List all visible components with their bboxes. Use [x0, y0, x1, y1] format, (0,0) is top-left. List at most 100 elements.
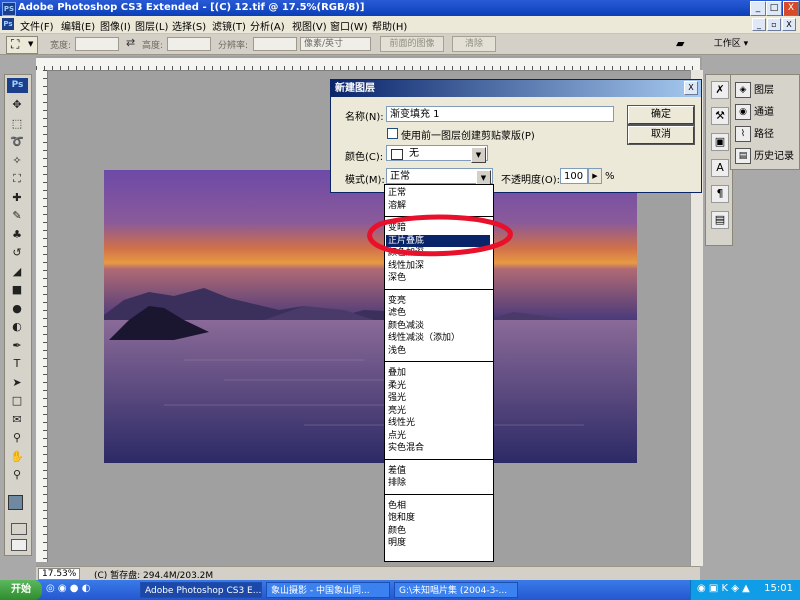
layer-name-input[interactable]: 渐变填充 1 [386, 106, 614, 122]
blend-mode-option[interactable]: 线性光 [388, 417, 490, 429]
ok-button[interactable]: 确定 [627, 105, 695, 125]
blend-mode-option[interactable]: 排除 [388, 477, 490, 489]
type-icon[interactable]: T [9, 356, 25, 371]
clear-button[interactable]: 清除 [452, 36, 496, 52]
blur-icon[interactable]: ● [9, 301, 25, 316]
menu-help[interactable]: 帮助(H) [372, 18, 407, 33]
tray-icons[interactable]: ◉ ▣ K ◈ ▲ [697, 583, 750, 594]
menu-view[interactable]: 视图(V) [292, 18, 327, 33]
menu-edit[interactable]: 编辑(E) [61, 18, 95, 33]
blend-mode-option[interactable]: 柔光 [388, 380, 490, 392]
blend-mode-option[interactable]: 溶解 [388, 200, 490, 212]
clip-mask-checkbox[interactable] [387, 128, 398, 139]
history-brush-icon[interactable]: ↺ [9, 245, 25, 260]
dialog-close-button[interactable]: X [684, 81, 698, 95]
blend-mode-option[interactable]: 浅色 [388, 345, 490, 357]
blend-mode-option[interactable]: 叠加 [388, 367, 490, 379]
blend-mode-option[interactable]: 明度 [388, 537, 490, 549]
blend-mode-option[interactable]: 滤色 [388, 307, 490, 319]
zoom-level[interactable]: 17.53% [38, 568, 81, 580]
opacity-input[interactable]: 100 [560, 168, 588, 184]
crop-icon[interactable]: ⛶ [9, 171, 25, 186]
swap-icon[interactable]: ⇄ [126, 36, 135, 49]
menu-image[interactable]: 图像(I) [100, 18, 131, 33]
pen-icon[interactable]: ✒ [9, 338, 25, 353]
quick-launch-icons[interactable]: ◎ ◉ ● ◐ [46, 583, 90, 594]
opacity-slider-button[interactable]: ▶ [588, 168, 602, 184]
blend-mode-option[interactable]: 色相 [388, 500, 490, 512]
workspace-button[interactable]: 工作区 ▾ [700, 36, 762, 52]
cancel-button[interactable]: 取消 [627, 125, 695, 145]
minimize-button[interactable]: _ [750, 1, 766, 16]
brush-panel-icon[interactable]: ⚒ [711, 107, 729, 125]
blend-mode-option[interactable]: 差值 [388, 465, 490, 477]
start-button[interactable]: 开始 [0, 580, 42, 600]
color-select[interactable]: 无 ▼ [386, 145, 488, 163]
resolution-unit-select[interactable]: 像素/英寸 [300, 37, 371, 51]
heal-icon[interactable]: ✚ [9, 190, 25, 205]
paragraph-icon[interactable]: ¶ [711, 185, 729, 203]
resolution-input[interactable] [253, 37, 297, 51]
maximize-button[interactable]: □ [766, 1, 782, 16]
stamp-icon[interactable]: ♣ [9, 227, 25, 242]
doc-close-button[interactable]: X [782, 18, 796, 31]
screen-mode-icon[interactable] [11, 539, 27, 551]
task-photoshop[interactable]: Adobe Photoshop CS3 E... [140, 582, 262, 598]
palette-well-icon[interactable]: ▰ [676, 37, 684, 50]
blend-mode-option[interactable]: 线性加深 [388, 260, 490, 272]
doc-minimize-button[interactable]: _ [752, 18, 766, 31]
blend-mode-option[interactable]: 饱和度 [388, 512, 490, 524]
panel-tab-layers[interactable]: ◈ 图层 [735, 81, 774, 98]
menu-window[interactable]: 窗口(W) [330, 18, 368, 33]
menu-layer[interactable]: 图层(L) [135, 18, 168, 33]
blend-mode-option[interactable]: 颜色减淡 [388, 320, 490, 332]
blend-mode-option[interactable]: 颜色 [388, 525, 490, 537]
blend-mode-option[interactable]: 变亮 [388, 295, 490, 307]
height-label: 高度: [142, 41, 164, 51]
height-input[interactable] [167, 37, 211, 51]
panel-tab-history[interactable]: ▤ 历史记录 [735, 147, 794, 164]
magic-wand-icon[interactable]: ✧ [9, 153, 25, 168]
width-input[interactable] [75, 37, 119, 51]
character-icon[interactable]: A [711, 159, 729, 177]
blend-mode-option[interactable]: 线性减淡（添加） [388, 332, 490, 344]
task-browser[interactable]: 象山摄影 - 中国象山同... [266, 582, 390, 598]
lasso-icon[interactable]: ➰ [9, 134, 25, 149]
notes-icon[interactable]: ✉ [9, 412, 25, 427]
blend-mode-option[interactable]: 实色混合 [388, 442, 490, 454]
blend-mode-option[interactable]: 深色 [388, 272, 490, 284]
gradient-icon[interactable]: ■ [9, 282, 25, 297]
zoom-icon[interactable]: ⚲ [9, 467, 25, 482]
tool-preset-icon[interactable]: ✗ [711, 81, 729, 99]
menu-select[interactable]: 选择(S) [172, 18, 206, 33]
shape-icon[interactable]: □ [9, 393, 25, 408]
eraser-icon[interactable]: ◢ [9, 264, 25, 279]
panel-tab-channels[interactable]: ◉ 通道 [735, 103, 774, 120]
move-icon[interactable]: ✥ [9, 97, 25, 112]
blend-mode-option[interactable]: 强光 [388, 392, 490, 404]
menu-file[interactable]: 文件(F) [20, 18, 54, 33]
quick-mask-icon[interactable] [11, 523, 27, 535]
hand-icon[interactable]: ✋ [9, 449, 25, 464]
front-image-button[interactable]: 前面的图像 [380, 36, 444, 52]
close-button[interactable]: X [783, 1, 799, 16]
layer-comps-icon[interactable]: ▤ [711, 211, 729, 229]
mode-select[interactable]: 正常 ▼ [386, 168, 493, 186]
menu-analysis[interactable]: 分析(A) [250, 18, 285, 33]
doc-restore-button[interactable]: ▫ [767, 18, 781, 31]
panel-tab-paths[interactable]: ⌇ 路径 [735, 125, 774, 142]
marquee-icon[interactable]: ⬚ [9, 116, 25, 131]
clone-source-icon[interactable]: ▣ [711, 133, 729, 151]
blend-mode-option[interactable]: 亮光 [388, 405, 490, 417]
eyedropper-icon[interactable]: ⚲ [9, 430, 25, 445]
brush-icon[interactable]: ✎ [9, 208, 25, 223]
menu-filter[interactable]: 滤镜(T) [212, 18, 246, 33]
blend-mode-option[interactable]: 正常 [388, 187, 490, 199]
crop-tool-preset[interactable]: ⛶ ▼ [6, 36, 38, 54]
task-explorer[interactable]: G:\未知唱片集 (2004-3-... [394, 582, 518, 598]
clock: 15:01 [764, 583, 793, 594]
foreground-color-swatch[interactable] [8, 495, 23, 510]
path-select-icon[interactable]: ➤ [9, 375, 25, 390]
blend-mode-option[interactable]: 点光 [388, 430, 490, 442]
dodge-icon[interactable]: ◐ [9, 319, 25, 334]
